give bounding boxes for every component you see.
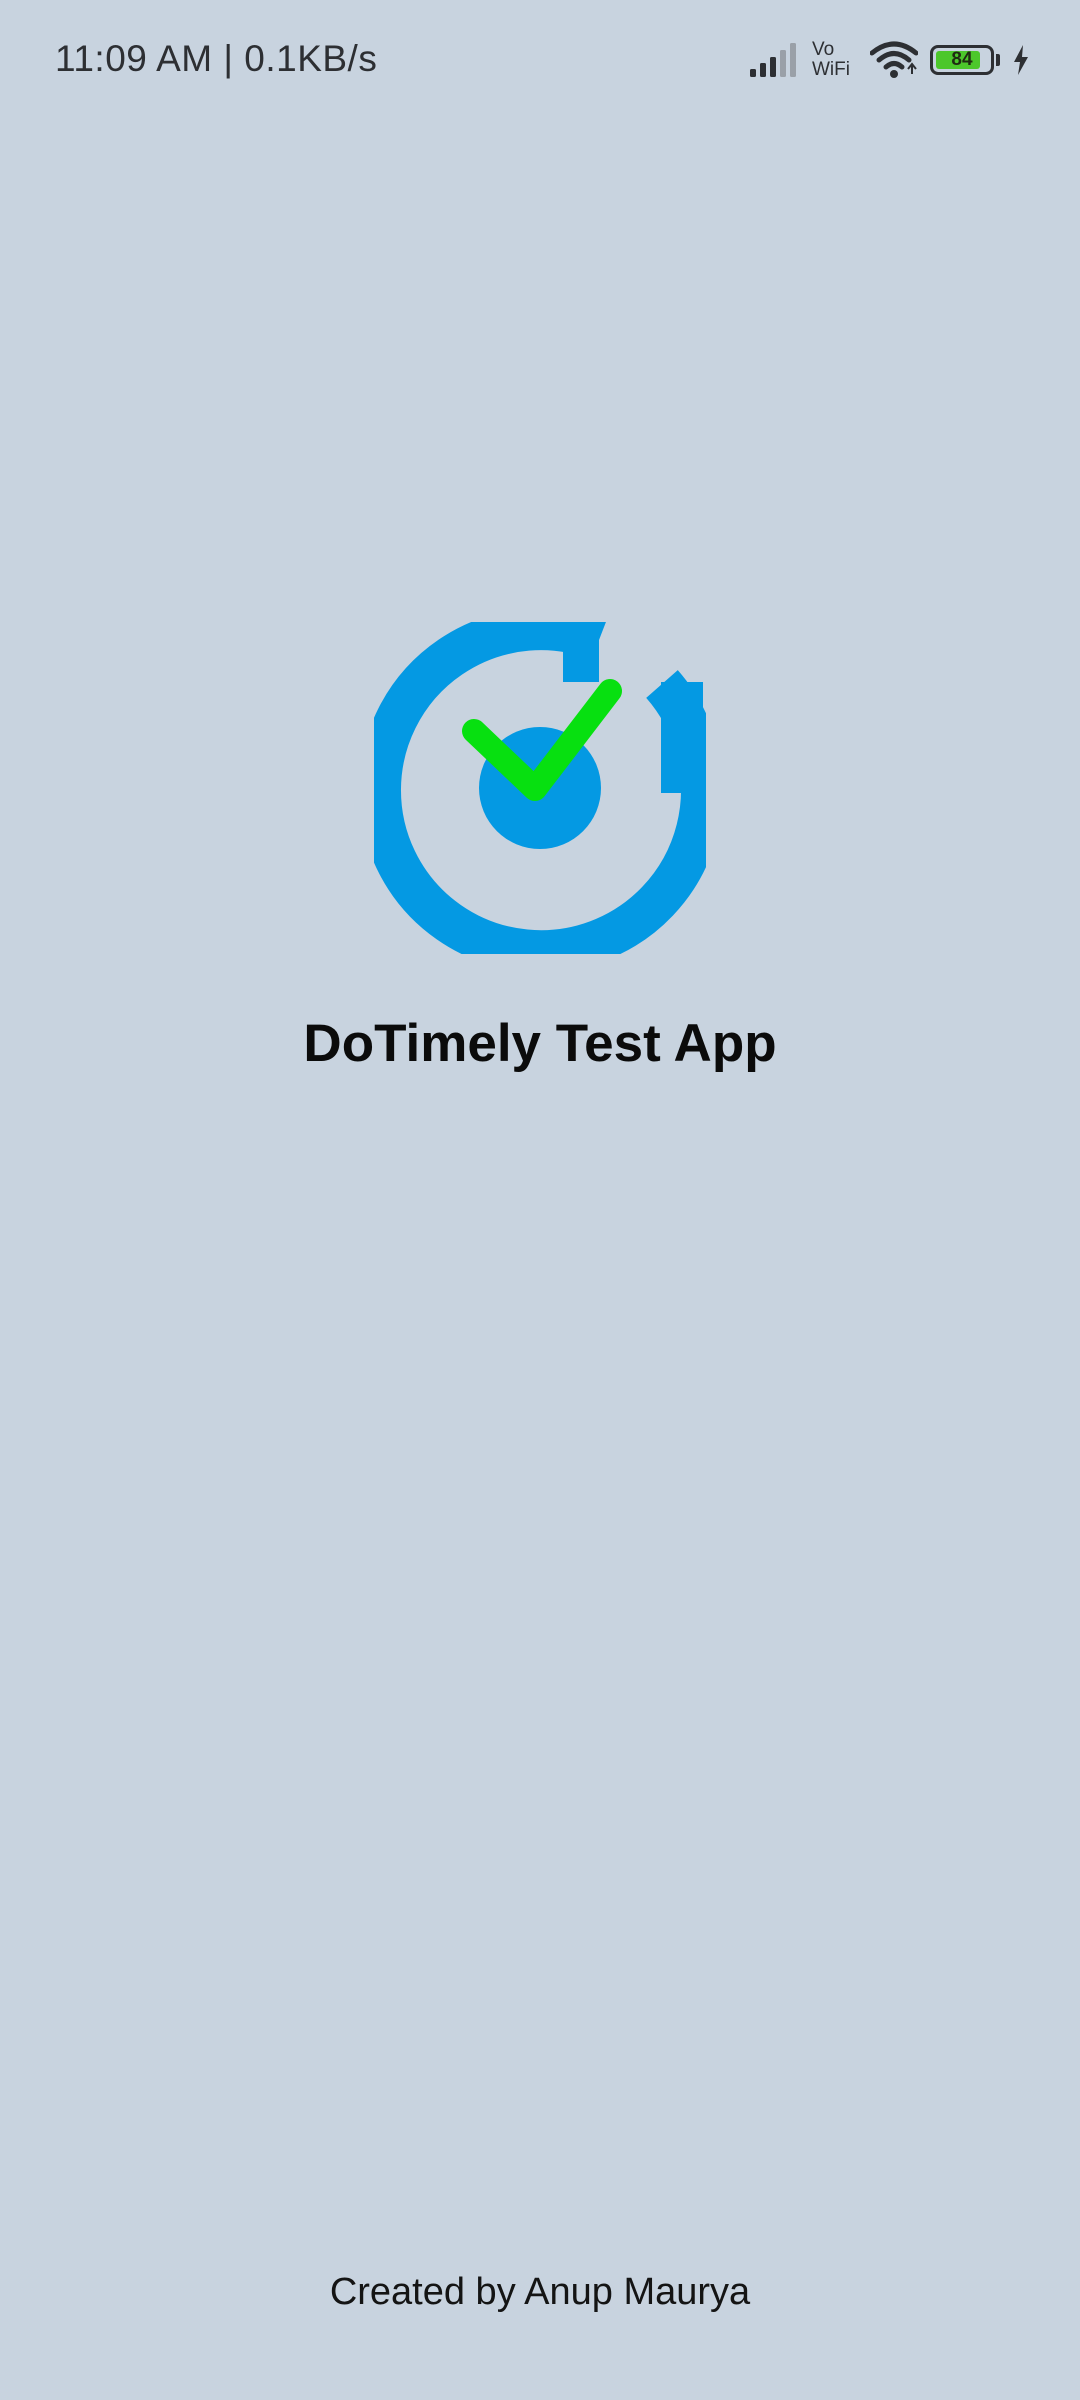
- status-time: 11:09 AM | 0.1KB/s: [55, 38, 378, 79]
- wifi-icon: [870, 41, 918, 79]
- charging-icon: [1012, 45, 1030, 75]
- vowifi-bottom-label: WiFi: [812, 59, 850, 80]
- status-bar: 11:09 AM | 0.1KB/s Vo WiFi 84: [0, 0, 1080, 124]
- status-icons: Vo WiFi 84: [738, 36, 1030, 84]
- dotimely-logo-icon: [359, 608, 723, 973]
- battery-level: 84: [951, 49, 973, 70]
- signal-icon: [750, 43, 800, 77]
- app-title: DoTimely Test App: [303, 1014, 777, 1073]
- battery-tip: [996, 54, 1000, 66]
- vowifi-icon: Vo WiFi: [812, 40, 858, 80]
- splash-screen: 11:09 AM | 0.1KB/s Vo WiFi 84 DoTimely T…: [0, 0, 1080, 2400]
- battery-icon: 84: [930, 45, 994, 75]
- credit-text: Created by Anup Maurya: [329, 2271, 751, 2313]
- vowifi-top-label: Vo: [812, 39, 835, 60]
